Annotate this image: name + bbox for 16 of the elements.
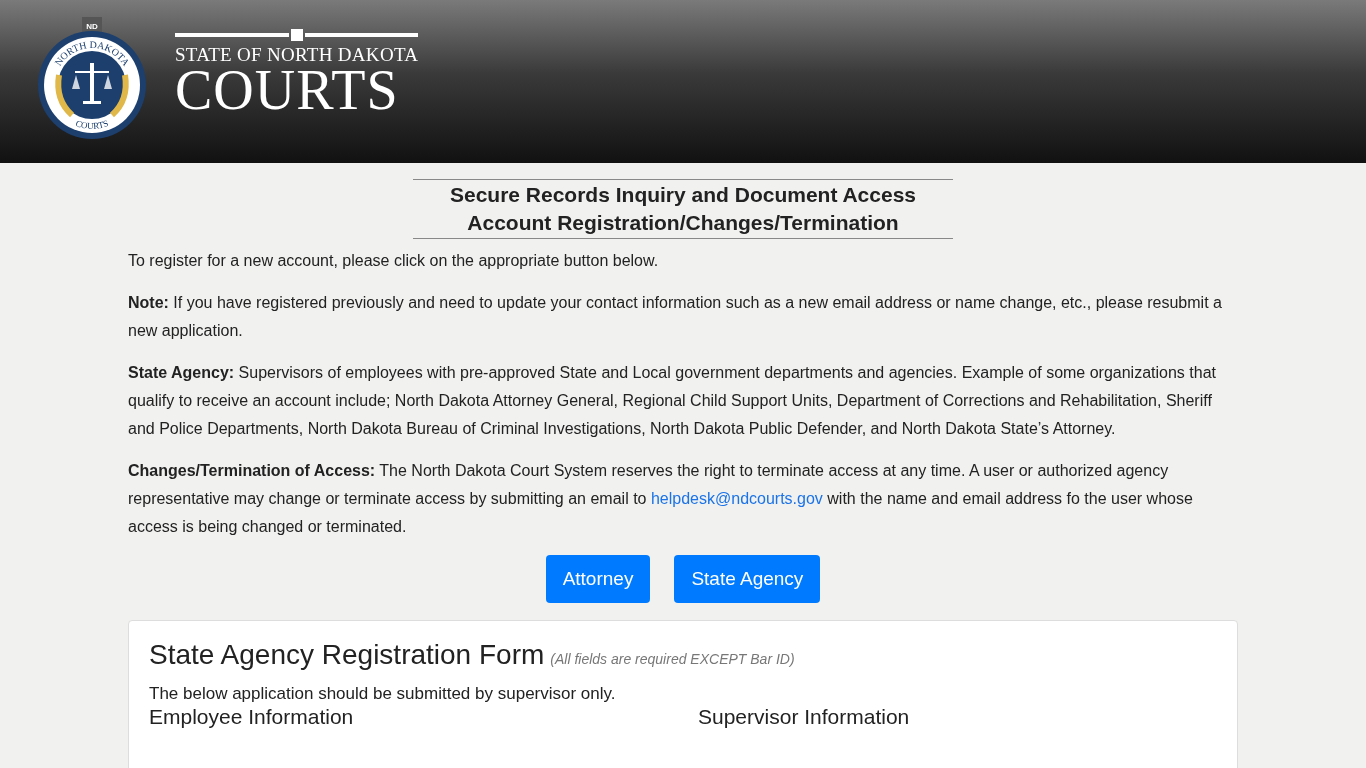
section-heading: Employee Information (149, 705, 355, 729)
section-heading: Supervisor Information (698, 705, 911, 729)
paragraph: Note: If you have registered previously and need to update your contact information such as a new email address or name change, etc., please resubmit a new application. (128, 293, 1223, 341)
page-subtitle: Account Registration/Changes/Termination (466, 210, 900, 236)
paragraph: State Agency: Supervisors of employees with pre-approved State and Local government departments and agencies. Example of some organizations that qualify to receive an account include; North Dakota Attorney General, Regional Child Support Units, Department of Corrections and Rehabilitation, Sheriff and Police Departments, North Dakota Bureau of Criminal Investigations, North Dakota Public Defender, and North Dakota State’s Attorney. (128, 363, 1217, 439)
wordmark-subtitle: STATE OF NORTH DAKOTA (175, 44, 419, 65)
paragraph: To register for a new account, please click on the appropriate button below. (128, 251, 660, 271)
paragraph: Changes/Termination of Access: The North Dakota Court System reserves the right to terminate access at any time. A user or authorized agency representative may change or terminate access by submitting an email to helpdesk@ndcourts.gov with the name and email address fo the user whose access is being changed or terminated. (128, 461, 1194, 537)
form-note: (All fields are required EXCEPT Bar ID) (550, 651, 795, 667)
form-intro: The below application should be submitted by supervisor only. (149, 683, 617, 705)
page-title: Secure Records Inquiry and Document Access (448, 182, 917, 208)
form-title: State Agency Registration Form (149, 639, 545, 671)
wordmark-title: COURTS (175, 64, 399, 115)
registration-button[interactable]: Attorney (545, 555, 651, 603)
email-link[interactable]: helpdesk@ndcourts.gov (650, 490, 823, 507)
registration-button[interactable]: State Agency (674, 555, 821, 603)
